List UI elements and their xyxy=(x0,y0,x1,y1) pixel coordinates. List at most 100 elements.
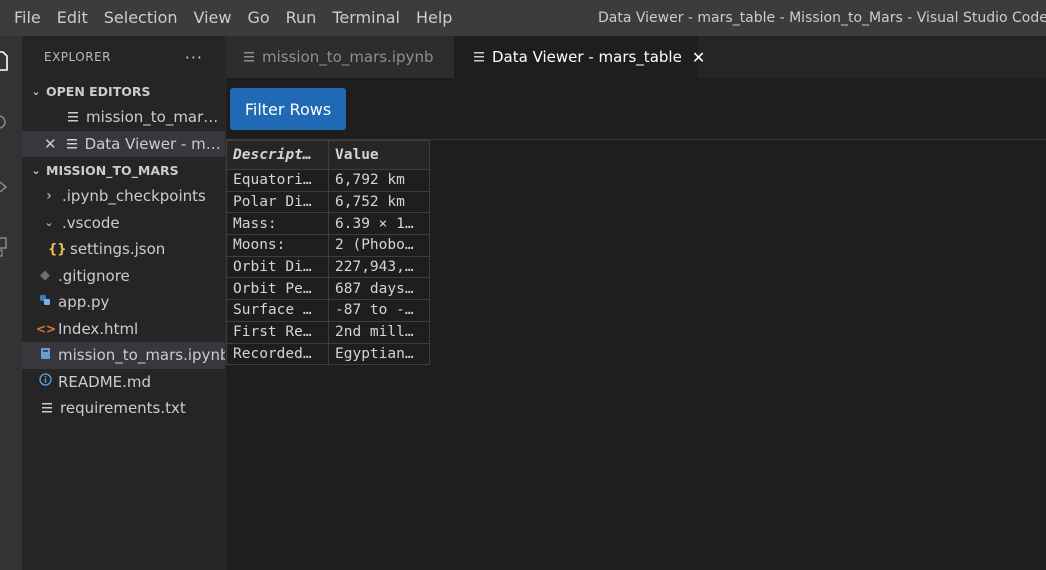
grid-cell[interactable]: Orbit Pe… xyxy=(226,277,329,301)
tree-item-index-html[interactable]: <> Index.html xyxy=(22,316,225,343)
menu-terminal[interactable]: Terminal xyxy=(324,0,408,36)
open-editors-label: OPEN EDITORS xyxy=(46,83,151,99)
grid-cell[interactable]: 227,943,… xyxy=(328,255,430,279)
lines-icon xyxy=(42,403,52,414)
window-title: Data Viewer - mars_table - Mission_to_Ma… xyxy=(598,10,1046,26)
tree-item-label: requirements.txt xyxy=(60,399,186,418)
data-viewer-file-icon xyxy=(474,52,484,62)
open-editors-header[interactable]: ⌄ OPEN EDITORS xyxy=(22,78,225,104)
tree-item-label: Index.html xyxy=(58,319,139,338)
tree-item-settings-json[interactable]: {} settings.json xyxy=(22,236,225,263)
tree-item-mission-notebook[interactable]: mission_to_mars.ipynb xyxy=(22,342,225,369)
info-icon xyxy=(36,373,54,390)
more-actions-icon[interactable]: ··· xyxy=(185,48,203,67)
grid-cell[interactable]: Orbit Di… xyxy=(226,255,329,279)
notebook-file-icon xyxy=(68,112,78,123)
grid-cell[interactable]: -87 to -… xyxy=(328,299,430,322)
filter-rows-button[interactable]: Filter Rows xyxy=(230,88,346,130)
project-folder-header[interactable]: ⌄ MISSION_TO_MARS xyxy=(22,157,225,183)
menu-edit[interactable]: Edit xyxy=(49,0,96,36)
explorer-sidebar: EXPLORER ··· ⌄ OPEN EDITORS mission_to_m… xyxy=(22,36,226,570)
tree-item-requirements[interactable]: requirements.txt xyxy=(22,395,225,422)
table-row: Orbit Di… 227,943,… xyxy=(226,255,430,279)
grid-cell[interactable]: 6,792 km xyxy=(328,169,430,192)
tree-item-vscode[interactable]: ⌄ .vscode xyxy=(22,210,225,237)
table-row: Orbit Pe… 687 days… xyxy=(226,277,430,301)
open-editor-label: mission_to_mars.i... xyxy=(86,108,225,127)
tree-item-label: .vscode xyxy=(62,213,120,232)
notebook-file-icon xyxy=(244,52,254,62)
table-row: Moons: 2 (Phobo… xyxy=(226,234,430,257)
json-braces-icon: {} xyxy=(48,241,67,257)
git-icon: ◆ xyxy=(40,268,50,284)
project-folder-label: MISSION_TO_MARS xyxy=(46,162,179,178)
data-grid: Descript… Value Equatori… 6,792 km Polar… xyxy=(226,140,430,366)
menu-view[interactable]: View xyxy=(186,0,240,36)
grid-cell[interactable]: Egyptian… xyxy=(328,342,430,366)
column-header-description[interactable]: Descript… xyxy=(226,140,329,170)
chevron-down-icon: ⌄ xyxy=(31,84,41,98)
table-row: First Re… 2nd mill… xyxy=(226,320,430,344)
chevron-right-icon: › xyxy=(46,188,52,205)
run-debug-icon[interactable] xyxy=(0,172,22,202)
grid-cell[interactable]: 2nd mill… xyxy=(328,320,430,344)
grid-cell[interactable]: Surface … xyxy=(226,299,329,322)
python-icon xyxy=(36,294,54,310)
grid-cell[interactable]: First Re… xyxy=(226,320,329,344)
tree-item-ipynb-checkpoints[interactable]: › .ipynb_checkpoints xyxy=(22,183,225,210)
menu-run[interactable]: Run xyxy=(278,0,325,36)
open-editor-label: Data Viewer - mar... xyxy=(84,134,225,153)
table-row: Polar Di… 6,752 km xyxy=(226,190,430,214)
chevron-down-icon: ⌄ xyxy=(44,216,54,230)
grid-cell[interactable]: Moons: xyxy=(226,234,329,257)
data-viewer-panel: Filter Rows Descript… Value Equatori… 6,… xyxy=(226,78,1046,570)
tree-item-gitignore[interactable]: ◆ .gitignore xyxy=(22,263,225,290)
tree-item-label: README.md xyxy=(58,372,152,391)
grid-cell[interactable]: Equatori… xyxy=(226,169,329,192)
menu-go[interactable]: Go xyxy=(239,0,277,36)
tab-mission-notebook[interactable]: mission_to_mars.ipynb xyxy=(226,36,454,78)
title-bar: File Edit Selection View Go Run Terminal… xyxy=(0,0,1046,36)
menu-file[interactable]: File xyxy=(6,0,49,36)
tab-label: mission_to_mars.ipynb xyxy=(262,48,434,66)
tree-item-label: .gitignore xyxy=(58,266,130,285)
tab-label: Data Viewer - mars_table xyxy=(492,48,682,66)
chevron-down-icon: ⌄ xyxy=(31,163,41,177)
explorer-icon[interactable] xyxy=(0,46,22,76)
table-row: Recorded… Egyptian… xyxy=(226,342,430,366)
grid-cell[interactable]: 2 (Phobo… xyxy=(328,234,430,257)
tree-item-label: .ipynb_checkpoints xyxy=(62,187,206,206)
grid-cell[interactable]: 6.39 × 1… xyxy=(328,212,430,236)
activity-bar xyxy=(0,36,22,570)
menu-selection[interactable]: Selection xyxy=(96,0,186,36)
table-row: Mass: 6.39 × 1… xyxy=(226,212,430,236)
html-icon: <> xyxy=(36,321,57,336)
tab-data-viewer[interactable]: Data Viewer - mars_table ✕ xyxy=(454,36,705,78)
open-editor-item-data-viewer[interactable]: ✕ Data Viewer - mar... xyxy=(22,130,225,157)
explorer-header: EXPLORER ··· xyxy=(22,36,225,78)
grid-cell[interactable]: Recorded… xyxy=(226,342,329,366)
tree-item-label: mission_to_mars.ipynb xyxy=(58,346,225,365)
menu-bar: File Edit Selection View Go Run Terminal… xyxy=(0,0,460,36)
notebook-icon xyxy=(36,347,54,364)
tree-item-readme[interactable]: README.md xyxy=(22,369,225,396)
close-icon[interactable]: ✕ xyxy=(44,135,67,153)
editor-tabs: mission_to_mars.ipynb Data Viewer - mars… xyxy=(226,36,1046,78)
tree-item-app-py[interactable]: app.py xyxy=(22,289,225,316)
extensions-icon[interactable] xyxy=(0,230,22,260)
grid-header-row: Descript… Value xyxy=(226,140,430,170)
data-viewer-file-icon xyxy=(66,138,77,149)
table-row: Surface … -87 to -… xyxy=(226,299,430,322)
open-editor-item-notebook[interactable]: mission_to_mars.i... xyxy=(22,104,225,131)
grid-cell[interactable]: Polar Di… xyxy=(226,190,329,214)
search-icon[interactable] xyxy=(0,108,22,138)
tree-item-label: app.py xyxy=(58,293,110,312)
grid-cell[interactable]: 6,752 km xyxy=(328,190,430,214)
table-row: Equatori… 6,792 km xyxy=(226,169,430,192)
grid-cell[interactable]: 687 days… xyxy=(328,277,430,301)
close-icon[interactable]: ✕ xyxy=(692,48,705,67)
menu-help[interactable]: Help xyxy=(408,0,460,36)
column-header-value[interactable]: Value xyxy=(328,140,430,170)
explorer-title: EXPLORER xyxy=(44,50,111,64)
grid-cell[interactable]: Mass: xyxy=(226,212,329,236)
